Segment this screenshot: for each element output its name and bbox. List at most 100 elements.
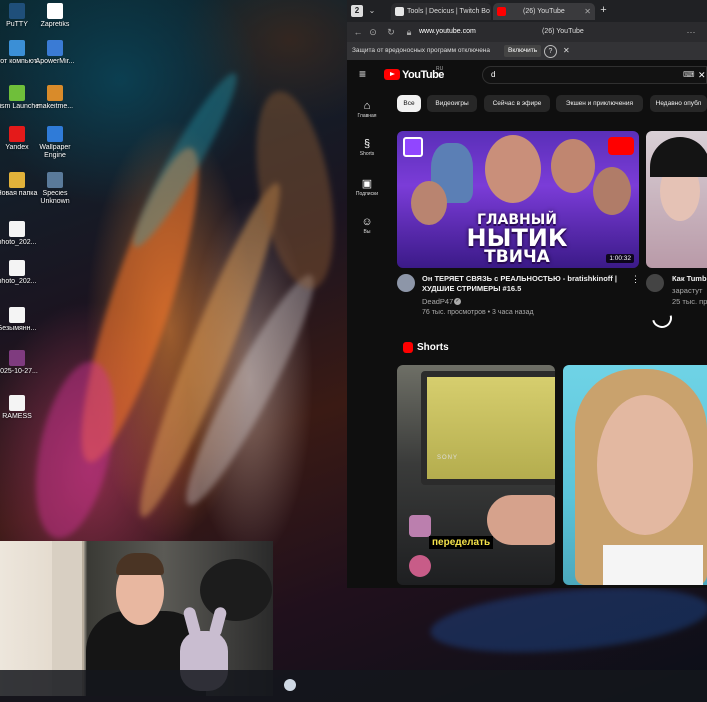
- loading-spinner-icon: [648, 304, 676, 332]
- desktop-icon-label: photo_202...: [0, 239, 37, 246]
- tab-youtube[interactable]: (26) YouTube ✕: [493, 3, 595, 20]
- shirt-shape: [603, 545, 703, 585]
- app-icon: [47, 126, 63, 142]
- device-button: [409, 515, 431, 537]
- desktop-icon-label: ApowerMir...: [35, 58, 75, 65]
- guide-item[interactable]: ▣ Подписки: [347, 178, 387, 197]
- guide-item[interactable]: ☺ Вы: [347, 216, 387, 235]
- url-text[interactable]: www.youtube.com: [419, 22, 476, 42]
- channel-name[interactable]: зарастут: [672, 286, 702, 295]
- infobar-text: Защита от вредоносных программ отключена: [352, 47, 491, 54]
- finger-shape: [487, 495, 555, 545]
- region-badge: RU: [436, 66, 444, 72]
- desktop-icon[interactable]: Wallpaper Engine: [30, 126, 80, 160]
- device-screen: [421, 371, 555, 485]
- tab-twitch-tools[interactable]: Tools | Decicus | Twitch Bo: [391, 3, 491, 20]
- desktop-icon-label: photo_202...: [0, 278, 37, 285]
- tab-list-chevron-icon[interactable]: ⌄: [366, 4, 378, 18]
- address-bar: ← ⊙ ↻ 🔒︎ www.youtube.com (26) YouTube ⋯: [347, 22, 707, 42]
- verified-icon: ✓: [454, 298, 461, 305]
- guide-item-label: Подписки: [355, 191, 379, 197]
- desktop-icon-label: Species Unknown: [40, 190, 70, 205]
- short-video-card[interactable]: SONY переделать: [397, 365, 555, 585]
- forward-icon[interactable]: ⊙: [367, 26, 379, 38]
- filter-chip[interactable]: Видеоигры: [427, 95, 477, 112]
- tab-bar: 2 ⌄ Tools | Decicus | Twitch Bo (26) You…: [347, 0, 707, 22]
- device-brand-text: SONY: [437, 455, 459, 461]
- desktop-icon-label: 2025-10-27...: [0, 368, 38, 375]
- channel-avatar[interactable]: [646, 274, 664, 292]
- app-icon: [9, 350, 25, 366]
- desktop-icon[interactable]: 2025-10-27...: [0, 350, 42, 376]
- video-thumbnail[interactable]: ГЛАВНЫЙ НЫТИК ТВИЧА 1:00:32: [397, 131, 639, 268]
- filter-chip[interactable]: Недавно опубл: [650, 95, 707, 112]
- filter-chip[interactable]: Сейчас в эфире: [484, 95, 550, 112]
- close-tab-icon[interactable]: ✕: [584, 3, 591, 20]
- desktop-icon-label: Zapretiks: [40, 21, 70, 28]
- person-face: [485, 135, 541, 203]
- guide-item[interactable]: ⌂ Главная: [347, 100, 387, 119]
- video-title[interactable]: Он ТЕРЯЕТ СВЯЗЬ с РЕАЛЬНОСТЬЮ - bratishk…: [422, 274, 628, 294]
- video-stats: 76 тыс. просмотров • 3 часа назад: [422, 309, 534, 316]
- desktop-icon[interactable]: Zapretiks: [30, 3, 80, 29]
- channel-name[interactable]: DeadP47: [422, 297, 453, 306]
- app-icon: [9, 126, 25, 142]
- video-stats: 25 тыс. пр: [672, 297, 707, 306]
- app-icon: [9, 172, 25, 188]
- app-icon: [9, 395, 25, 411]
- more-options-icon[interactable]: ⋯: [685, 26, 697, 38]
- app-icon: [9, 221, 25, 237]
- page-title-text: (26) YouTube: [542, 28, 584, 35]
- browser-window: 2 ⌄ Tools | Decicus | Twitch Bo (26) You…: [347, 0, 707, 588]
- guide-item[interactable]: § Shorts: [347, 138, 387, 157]
- channel-avatar[interactable]: [397, 274, 415, 292]
- shorts-heading: Shorts: [417, 342, 449, 353]
- tab-label: (26) YouTube: [523, 8, 565, 15]
- menu-icon[interactable]: ≡: [359, 68, 371, 80]
- search-text: d: [491, 70, 496, 79]
- filter-chip[interactable]: Все: [397, 95, 421, 112]
- guide-item-icon: ⌂: [363, 100, 371, 112]
- hair-shape: [116, 553, 164, 575]
- youtube-badge-icon: [608, 137, 634, 155]
- reload-icon[interactable]: ↻: [385, 26, 397, 38]
- filter-chip[interactable]: Экшен и приключения: [556, 95, 643, 112]
- search-input[interactable]: d ⌨ ✕: [482, 66, 707, 84]
- app-icon: [47, 40, 63, 56]
- tab-label: Tools | Decicus | Twitch Bo: [407, 8, 490, 15]
- thumbnail-text: ГЛАВНЫЙ НЫТИК ТВИЧА: [417, 213, 617, 267]
- app-icon: [9, 260, 25, 276]
- youtube-favicon-icon: [497, 7, 506, 16]
- security-infobar: Защита от вредоносных программ отключена…: [347, 42, 707, 60]
- guide-item-icon: ☺: [361, 216, 373, 228]
- new-tab-button[interactable]: +: [597, 4, 610, 17]
- help-icon[interactable]: ?: [544, 45, 557, 58]
- guide-item-label: Главная: [357, 113, 377, 119]
- workspace-icon[interactable]: 2: [351, 5, 363, 17]
- clear-search-icon[interactable]: ✕: [698, 67, 706, 83]
- short-video-card[interactable]: [563, 365, 707, 585]
- guide-item-label: Вы: [363, 229, 371, 235]
- document-icon: [395, 7, 404, 16]
- app-icon: [9, 3, 25, 19]
- video-title[interactable]: Как Tumb: [672, 274, 707, 283]
- video-thumbnail[interactable]: [646, 131, 707, 268]
- desktop-icon[interactable]: Безымянн...: [0, 307, 42, 333]
- keyboard-icon[interactable]: ⌨: [683, 67, 695, 83]
- back-icon[interactable]: ←: [352, 26, 364, 38]
- taskbar: [0, 670, 707, 702]
- more-actions-icon[interactable]: ⋮: [631, 274, 640, 285]
- desktop-icon[interactable]: photo_202...: [0, 221, 42, 247]
- enable-protection-button[interactable]: Включить: [504, 45, 542, 57]
- desktop-icon[interactable]: photo_202...: [0, 260, 42, 286]
- desktop-icon-label: RAMESS: [2, 413, 32, 420]
- desktop-icon[interactable]: ApowerMir...: [30, 40, 80, 66]
- app-icon: [47, 172, 63, 188]
- desktop-icon[interactable]: RAMESS: [0, 395, 42, 421]
- desktop-icon[interactable]: makeitme...: [30, 85, 80, 111]
- steam-icon[interactable]: [284, 679, 296, 691]
- thumbnail-text-line: ТВИЧА: [484, 247, 550, 267]
- youtube-logo-icon[interactable]: [384, 69, 400, 80]
- desktop-icon[interactable]: Species Unknown: [30, 172, 80, 206]
- close-infobar-icon[interactable]: ✕: [563, 42, 570, 60]
